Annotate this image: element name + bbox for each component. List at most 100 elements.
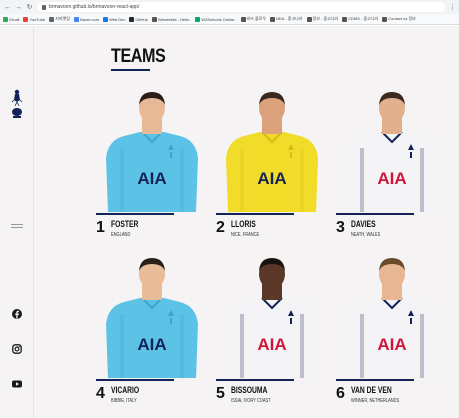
bookmark-item[interactable]: W3Schools Online.. (195, 16, 237, 22)
player-birthplace: WINNER, NETHERLANDS (351, 398, 400, 404)
bookmark-item[interactable]: Contact us 정보 (382, 16, 416, 22)
svg-text:AIA: AIA (257, 169, 286, 188)
player-birthplace: ISSIA, IVORY COAST (231, 398, 271, 404)
bookmark-label: Wewerella - Hello.. (157, 16, 192, 22)
bookmark-favicon-icon (49, 16, 55, 22)
bookmark-favicon-icon (195, 16, 201, 22)
bookmark-favicon-icon (23, 16, 29, 22)
bookmarks-bar: Gmail YouTube 지마켓팅 Naver.com Web Dev GitHub We… (0, 14, 459, 25)
instagram-icon[interactable] (12, 344, 22, 354)
url-text: brmavoon.github.io/brmavoon-react-app/ (49, 4, 140, 10)
player-birthplace: NICE, FRANCE (231, 232, 260, 238)
facebook-icon[interactable] (12, 309, 22, 319)
player-number: 5 (216, 385, 225, 402)
bookmark-favicon-icon (270, 16, 276, 22)
bookmark-label: 정보 - 중고나라 (312, 16, 339, 21)
bookmark-item[interactable]: Wewerella - Hello.. (151, 16, 192, 22)
player-photo: AIA (216, 254, 328, 378)
player-number: 2 (216, 219, 225, 236)
bookmark-favicon-icon (73, 16, 79, 22)
page-title: TEAMS (111, 46, 166, 67)
svg-text:AIA: AIA (137, 169, 166, 188)
bookmark-favicon-icon (3, 16, 8, 22)
player-name: VICARIO (111, 385, 140, 395)
bookmark-label: Gmail (9, 16, 20, 22)
bookmark-item[interactable]: NDA - 중고나라 (270, 16, 303, 22)
bookmark-label: Web Dev (109, 16, 126, 22)
bookmark-item[interactable]: Gmail (3, 16, 20, 22)
svg-text:AIA: AIA (377, 335, 406, 354)
player-birthplace: NEATH, WALES (351, 232, 381, 238)
bookmark-label: GitHub (135, 16, 148, 22)
player-card[interactable]: AIA 5 BISSOUMA ISSIA, IVORY COAST (216, 254, 328, 404)
bookmark-label: W3Schools Online.. (201, 16, 237, 22)
bookmark-favicon-icon (129, 16, 135, 22)
player-card[interactable]: AIA 6 VAN DE VEN WINNER, NETHERLANDS (336, 254, 448, 404)
bookmark-item[interactable]: YouTube (23, 16, 46, 22)
bookmark-label: Contact us 정보 (388, 16, 416, 21)
bookmark-item[interactable]: Web Dev (103, 16, 126, 22)
bookmark-label: NDA - 중고나라 (276, 16, 303, 21)
bookmark-favicon-icon (306, 16, 312, 22)
youtube-icon[interactable] (12, 379, 22, 389)
player-underline (216, 213, 294, 215)
player-card[interactable]: AIA 2 LLORIS NICE, FRANCE (216, 88, 328, 238)
bookmark-item[interactable]: 지마켓팅 (49, 16, 70, 22)
player-underline (336, 213, 414, 215)
svg-text:AIA: AIA (377, 169, 406, 188)
forward-icon[interactable]: → (15, 4, 22, 11)
player-underline (96, 379, 174, 381)
bookmark-item[interactable]: 정보 - 중고나라 (306, 16, 339, 22)
player-underline (216, 379, 294, 381)
player-number: 3 (336, 219, 345, 236)
page: TEAMS AIA 1 FOSTER ENGLAND AIA 2 LLORIS NICE, F… (0, 26, 459, 418)
player-number: 4 (96, 385, 105, 402)
player-birthplace: ENGLAND (111, 232, 131, 238)
player-photo: AIA (336, 88, 448, 212)
bookmark-favicon-icon (342, 16, 348, 22)
reload-icon[interactable]: ↻ (26, 4, 33, 11)
back-icon[interactable]: ← (4, 4, 11, 11)
bookmark-label: 비즈 플로우 (246, 16, 267, 21)
sidebar (0, 26, 34, 418)
player-name: VAN DE VEN (351, 385, 392, 395)
bookmark-label: YouTube (29, 16, 46, 22)
player-photo: AIA (336, 254, 448, 378)
main-content: TEAMS AIA 1 FOSTER ENGLAND AIA 2 LLORIS NICE, F… (34, 26, 459, 418)
player-photo: AIA (216, 88, 328, 212)
svg-text:AIA: AIA (257, 335, 286, 354)
player-name: BISSOUMA (231, 385, 268, 395)
bookmark-favicon-icon (151, 16, 157, 22)
player-card[interactable]: AIA 4 VICARIO BIBBIE, ITALY (96, 254, 208, 404)
bookmark-item[interactable]: GitHub (129, 16, 148, 22)
bookmark-item[interactable]: Naver.com (73, 16, 100, 22)
bookmark-label: CDMS - 중고나라 (348, 16, 379, 21)
bookmark-label: 지마켓팅 (55, 16, 70, 21)
browser-toolbar: ← → ↻ brmavoon.github.io/brmavoon-react-… (0, 0, 459, 14)
player-number: 1 (96, 219, 105, 236)
player-underline (96, 213, 174, 215)
player-photo: AIA (96, 88, 208, 212)
player-number: 6 (336, 385, 345, 402)
player-name: LLORIS (231, 219, 256, 229)
bookmark-item[interactable]: CDMS - 중고나라 (342, 16, 378, 22)
browser-menu-icon[interactable]: ⋮ (449, 3, 456, 11)
lock-icon (42, 4, 46, 10)
bookmark-favicon-icon (240, 16, 246, 22)
player-name: DAVIES (351, 219, 376, 229)
svg-text:AIA: AIA (137, 335, 166, 354)
bookmark-favicon-icon (382, 16, 388, 22)
bookmark-item[interactable]: 비즈 플로우 (240, 16, 267, 22)
player-birthplace: BIBBIE, ITALY (111, 398, 137, 404)
player-card[interactable]: AIA 3 DAVIES NEATH, WALES (336, 88, 448, 238)
player-card[interactable]: AIA 1 FOSTER ENGLAND (96, 88, 208, 238)
club-logo[interactable] (10, 88, 24, 120)
player-underline (336, 379, 414, 381)
bookmark-label: Naver.com (79, 16, 100, 22)
title-underline (111, 69, 150, 71)
player-name: FOSTER (111, 219, 139, 229)
hamburger-icon[interactable] (11, 224, 23, 231)
address-bar[interactable]: brmavoon.github.io/brmavoon-react-app/ (37, 2, 445, 12)
player-photo: AIA (96, 254, 208, 378)
bookmark-favicon-icon (103, 16, 109, 22)
